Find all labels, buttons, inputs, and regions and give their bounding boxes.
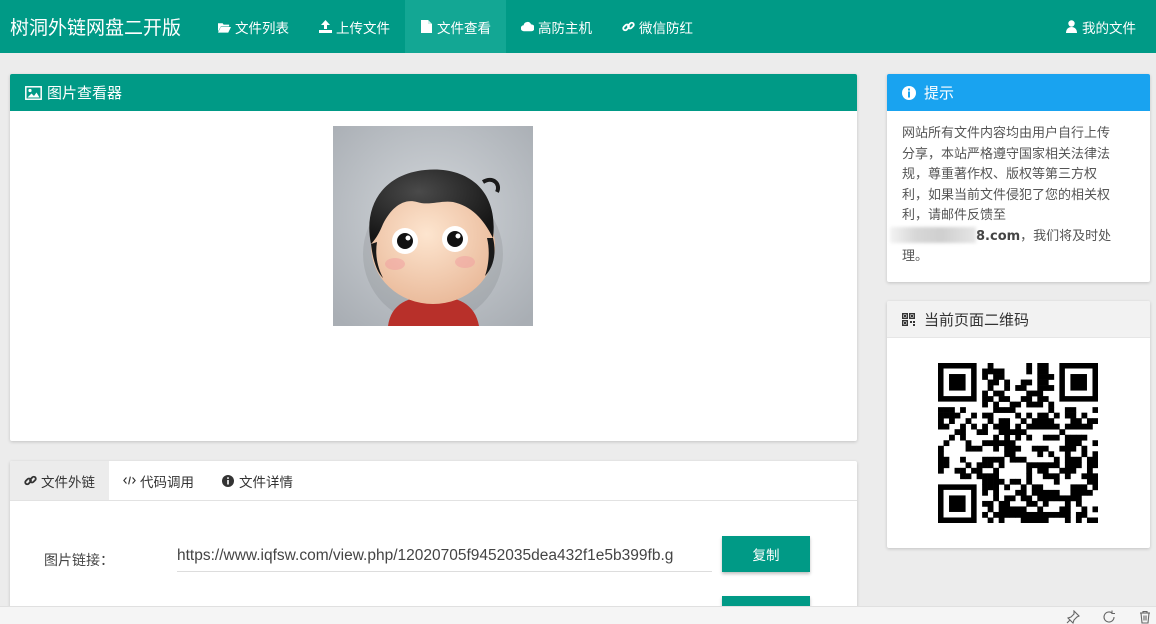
image-viewer-header: 图片查看器 bbox=[10, 74, 857, 111]
bottom-toolbar bbox=[0, 606, 1156, 624]
info-icon bbox=[222, 474, 235, 487]
file-icon bbox=[420, 20, 433, 33]
nav-item-upload[interactable]: 上传文件 bbox=[304, 0, 405, 53]
nav-label: 高防主机 bbox=[538, 20, 593, 37]
cloud-icon bbox=[521, 20, 535, 33]
refresh-icon[interactable] bbox=[1102, 609, 1116, 623]
trash-icon[interactable] bbox=[1138, 609, 1152, 624]
pin-icon[interactable] bbox=[1066, 609, 1080, 624]
tab-label: 文件外链 bbox=[41, 474, 95, 491]
tips-body: 网站所有文件内容均由用户自行上传分享，本站严格遵守国家相关法律法规，尊重著作权、… bbox=[887, 111, 1132, 268]
nav-my-files[interactable]: 我的文件 bbox=[1066, 17, 1156, 37]
nav-item-ddos-host[interactable]: 高防主机 bbox=[506, 0, 607, 53]
link-icon bbox=[24, 474, 37, 487]
tab-label: 文件详情 bbox=[239, 474, 293, 491]
qr-code-title: 当前页面二维码 bbox=[924, 310, 1030, 329]
tab-label: 代码调用 bbox=[140, 474, 194, 491]
qrcode-icon bbox=[902, 312, 919, 327]
file-link-panel: 文件外链 代码调用 文件详情 图片链接： 复制 bbox=[10, 461, 857, 621]
upload-icon bbox=[319, 20, 333, 33]
tips-email[interactable]: 8.com bbox=[976, 229, 1020, 244]
picture-icon bbox=[25, 85, 42, 100]
user-icon bbox=[1066, 20, 1078, 33]
nav-label: 微信防红 bbox=[639, 20, 694, 37]
main-nav: 文件列表 上传文件 文件查看 高防主机 微信防红 bbox=[203, 0, 708, 53]
redacted-email-mask bbox=[890, 226, 976, 243]
qr-code-header: 当前页面二维码 bbox=[887, 301, 1150, 338]
page-qr-code bbox=[938, 363, 1099, 524]
nav-item-wechat-antiblock[interactable]: 微信防红 bbox=[607, 0, 708, 53]
tips-panel: 提示 网站所有文件内容均由用户自行上传分享，本站严格遵守国家相关法律法规，尊重著… bbox=[887, 74, 1150, 282]
nav-label: 文件列表 bbox=[235, 20, 290, 37]
nav-label: 上传文件 bbox=[336, 20, 391, 37]
image-link-label: 图片链接： bbox=[44, 553, 114, 569]
info-circle-icon bbox=[902, 85, 919, 100]
image-link-input[interactable] bbox=[177, 540, 712, 572]
qr-code-panel: 当前页面二维码 bbox=[887, 301, 1150, 548]
folder-open-icon bbox=[218, 20, 232, 33]
tips-text-before: 网站所有文件内容均由用户自行上传分享，本站严格遵守国家相关法律法规，尊重著作权、… bbox=[902, 126, 1111, 223]
tab-file-details[interactable]: 文件详情 bbox=[208, 461, 307, 500]
tips-title: 提示 bbox=[924, 84, 955, 102]
code-icon bbox=[123, 474, 136, 487]
viewed-image[interactable] bbox=[333, 126, 533, 326]
link-icon bbox=[622, 20, 635, 33]
site-brand[interactable]: 树洞外链网盘二开版 bbox=[0, 13, 191, 40]
copy-button[interactable]: 复制 bbox=[722, 536, 810, 572]
tips-header: 提示 bbox=[887, 74, 1150, 111]
image-viewer-panel: 图片查看器 bbox=[10, 74, 857, 441]
nav-my-files-label: 我的文件 bbox=[1082, 20, 1136, 37]
file-tabs: 文件外链 代码调用 文件详情 bbox=[10, 461, 857, 501]
image-viewer-title: 图片查看器 bbox=[47, 84, 123, 102]
tab-file-link[interactable]: 文件外链 bbox=[10, 461, 109, 500]
nav-label: 文件查看 bbox=[437, 20, 492, 37]
nav-item-file-view[interactable]: 文件查看 bbox=[405, 0, 507, 53]
tab-code-embed[interactable]: 代码调用 bbox=[109, 461, 208, 500]
top-navbar: 树洞外链网盘二开版 文件列表 上传文件 文件查看 高防主机 微信防红 我的文件 bbox=[0, 0, 1156, 53]
nav-item-file-list[interactable]: 文件列表 bbox=[203, 0, 304, 53]
